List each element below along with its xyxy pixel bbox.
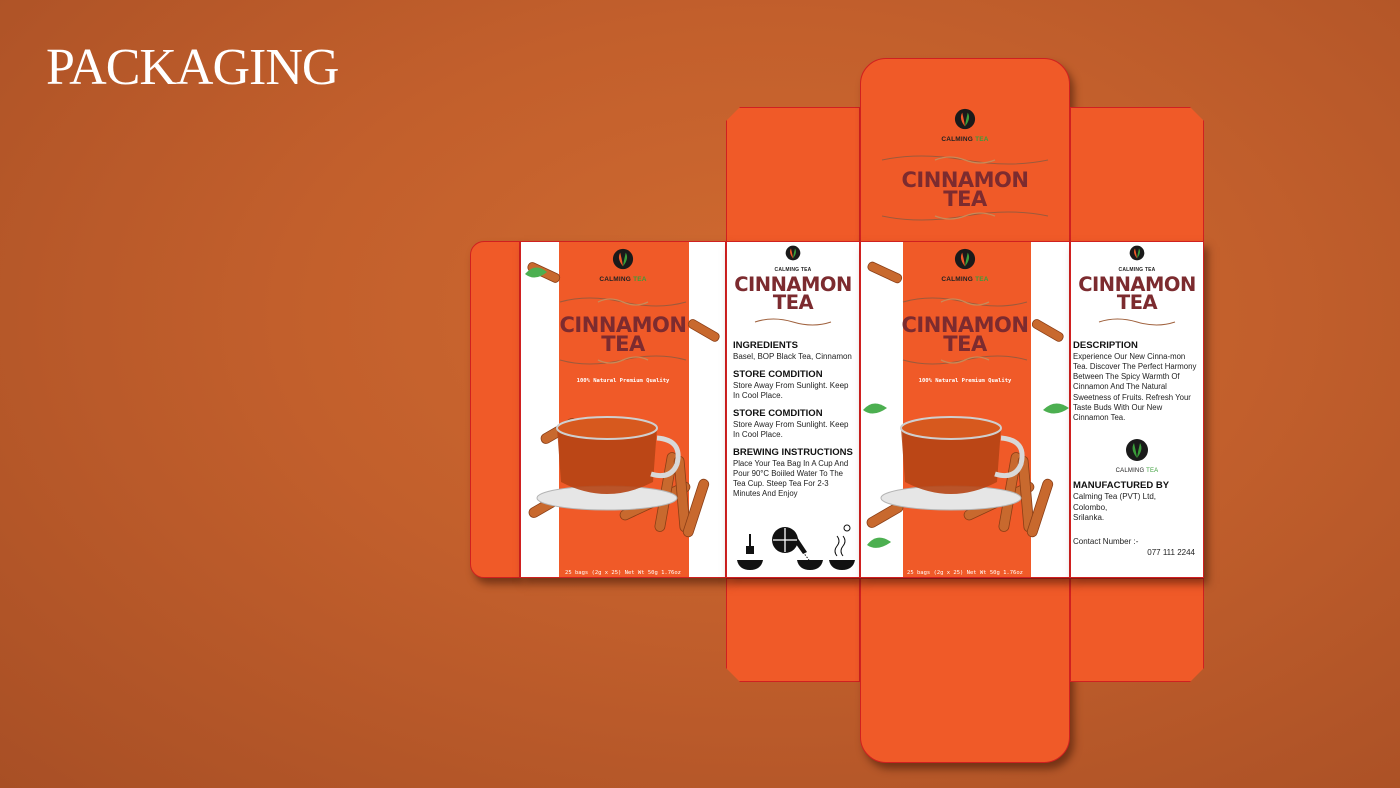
brand-logo: CALMING TEA [925, 108, 1005, 143]
brand-logo-large: CALMING TEA [1097, 438, 1177, 474]
net-weight: 25 bags (2g x 25) Net Wt 50g 1.76oz [907, 570, 1023, 576]
brand-accent: TEA [975, 136, 989, 143]
tea-leaf-logo-icon [785, 245, 801, 261]
title-line-2: TEA [772, 290, 814, 314]
storage-heading-2: STORE COMDITION [733, 407, 823, 419]
brand-logo: CALMING TEA [753, 245, 833, 273]
side-panel-info: CALMING TEA CINNAMON TEA INGREDIENTS Bas… [726, 241, 860, 578]
manufacturer-line-2: Colombo, [1073, 502, 1108, 512]
manufacturer-heading: MANUFACTURED BY [1073, 480, 1170, 491]
storage-heading: STORE COMDITION [733, 368, 823, 380]
title-line-2: TEA [943, 187, 987, 212]
side-bottom-flap [726, 578, 860, 682]
back-bottom-flap [1070, 578, 1204, 682]
ingredients-heading: INGREDIENTS [733, 340, 798, 351]
glue-flap [470, 241, 520, 578]
flourish-ornament-icon [881, 155, 1049, 165]
contact-label: Contact Number :- [1073, 537, 1139, 546]
title-line-2: TEA [1116, 290, 1158, 314]
brand-name: CALMING [941, 136, 974, 143]
tea-leaf-logo-icon [1126, 439, 1148, 461]
page-heading: PACKAGING [46, 39, 339, 96]
storage-body: Store Away From Sunlight. Keep In Cool P… [733, 380, 849, 401]
tea-cup-cinnamon-illustration [525, 262, 720, 538]
description-block: DESCRIPTION Experience Our New Cinna-mon… [1073, 340, 1199, 429]
flourish-ornament-icon [1098, 318, 1176, 326]
flourish-ornament-icon [881, 211, 1049, 221]
manufacturer-line-1: Calming Tea (PVT) Ltd, [1073, 492, 1156, 501]
info-sections: INGREDIENTS Basel, BOP Black Tea, Cinnam… [733, 340, 855, 505]
manufacturer-line-3: Srilanka. [1073, 513, 1105, 523]
description-body: Experience Our New Cinna-mon Tea. Discov… [1073, 352, 1197, 422]
flourish-ornament-icon [754, 318, 832, 326]
front-panel-1: CALMING TEA CINNAMON TEA 100% Natural Pr… [520, 241, 726, 578]
back-panel: CALMING TEA CINNAMON TEA DESCRIPTION Exp… [1070, 241, 1204, 578]
front-panel-2: CALMING TEA CINNAMON TEA 100% Natural Pr… [860, 241, 1070, 578]
product-title: CINNAMON TEA [727, 275, 859, 314]
tea-cup-cinnamon-illustration [863, 261, 1069, 548]
brand-name: CALMING [1115, 468, 1145, 474]
back-top-flap [1070, 107, 1204, 242]
brewing-steps-icon [737, 524, 855, 570]
net-weight: 25 bags (2g x 25) Net Wt 50g 1.76oz [565, 570, 681, 576]
description-heading: DESCRIPTION [1073, 340, 1138, 351]
product-title: CINNAMON TEA [1071, 275, 1203, 314]
top-lid-artwork: CALMING TEA CINNAMON TEA [860, 58, 1070, 242]
ingredients-body: Basel, BOP Black Tea, Cinnamon [733, 352, 852, 361]
contact-block: Contact Number :- 077 111 2244 [1073, 537, 1199, 558]
contact-number: 077 111 2244 [1147, 547, 1195, 557]
brand-logo: CALMING TEA [1097, 245, 1177, 273]
tea-leaf-logo-icon [954, 108, 976, 130]
brewing-body: Place Your Tea Bag In A Cup And Pour 90°… [733, 458, 849, 498]
bottom-lid [860, 578, 1070, 763]
tea-leaf-logo-icon [1129, 245, 1145, 261]
storage-body-2: Store Away From Sunlight. Keep In Cool P… [733, 419, 849, 440]
brewing-heading: BREWING INSTRUCTIONS [733, 446, 853, 458]
brand-accent: TEA [1146, 468, 1159, 474]
manufacturer-block: MANUFACTURED BY Calming Tea (PVT) Ltd, C… [1073, 480, 1199, 524]
product-title: CINNAMON TEA [860, 169, 1070, 212]
side-top-flap [726, 107, 860, 242]
